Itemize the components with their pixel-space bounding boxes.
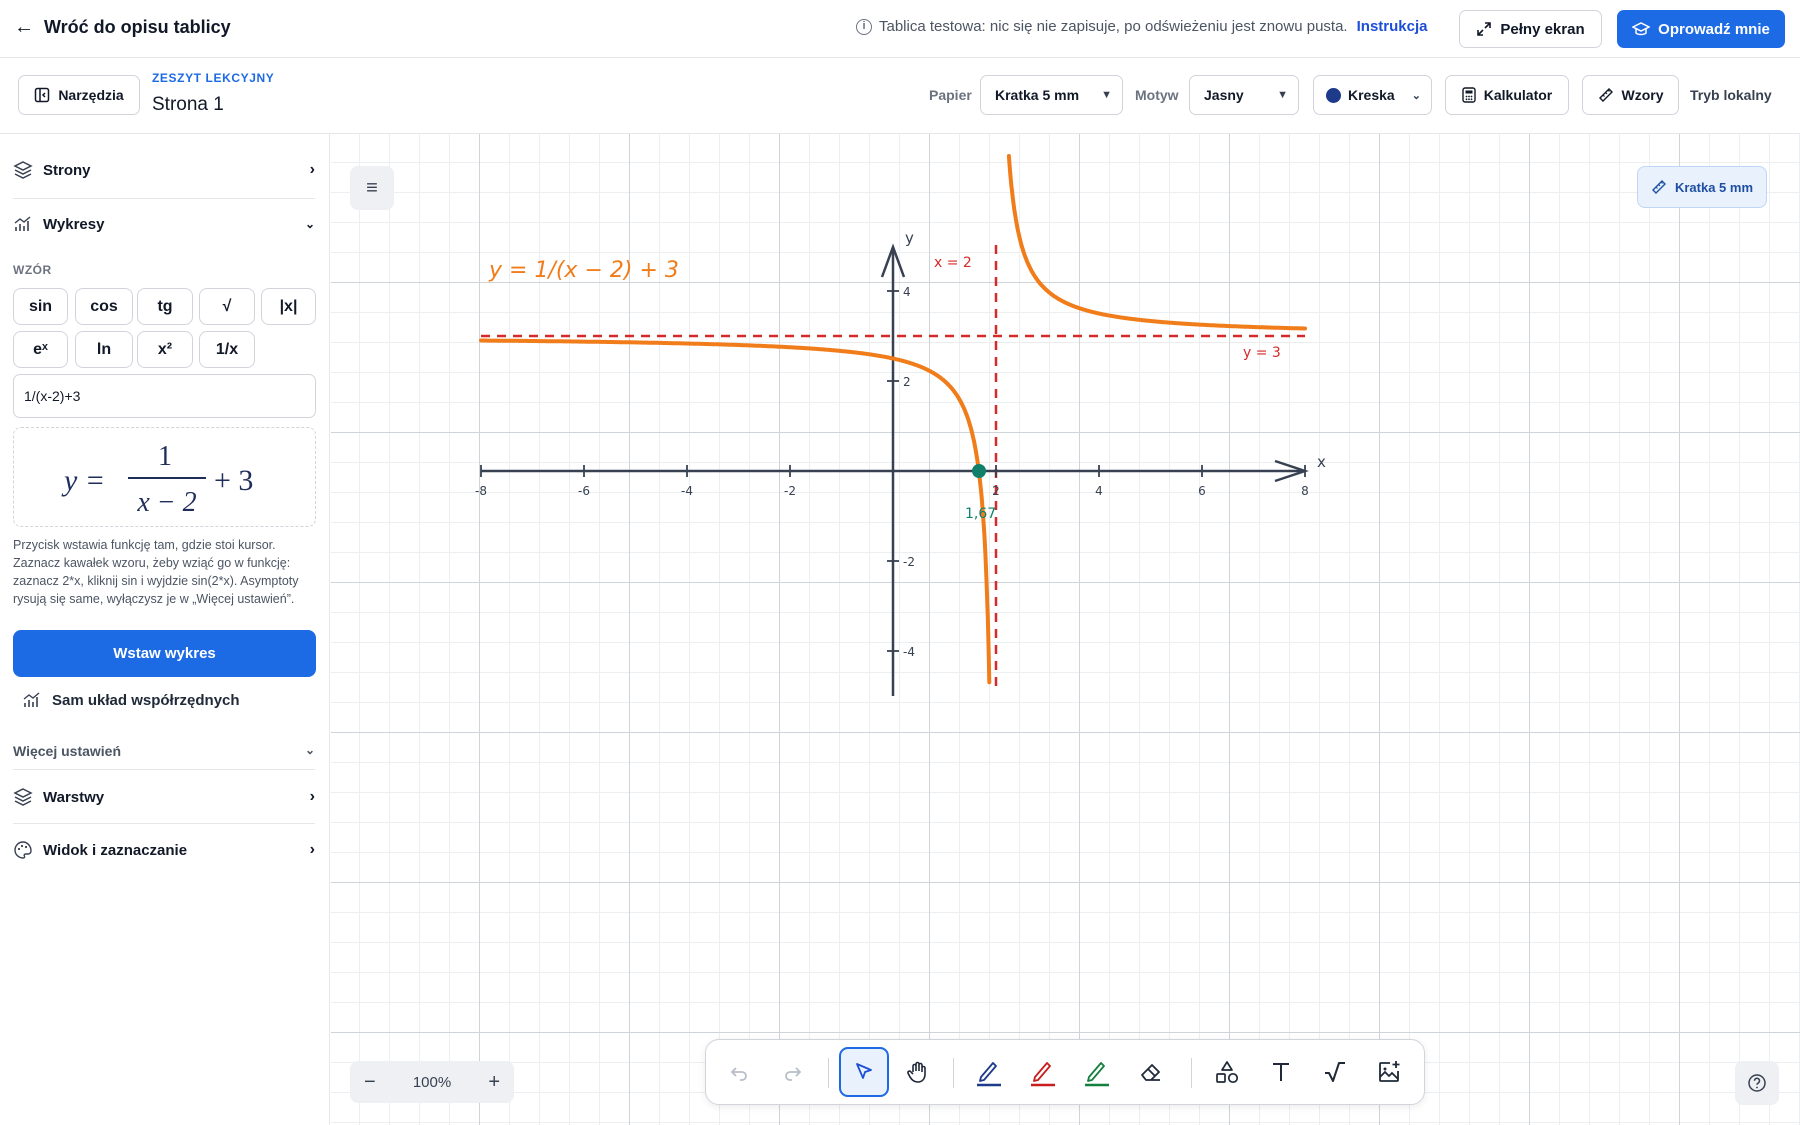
redo-icon bbox=[785, 1067, 802, 1081]
square-root-icon bbox=[1325, 1062, 1345, 1082]
y-axis-label: y bbox=[905, 229, 914, 247]
function-curve-left bbox=[479, 338, 992, 685]
pen-green-icon bbox=[1085, 1062, 1109, 1087]
x-tick-label: -4 bbox=[681, 484, 693, 498]
horizontal-asymptote-label: y = 3 bbox=[1243, 345, 1281, 361]
y-tick-label: -2 bbox=[903, 555, 915, 569]
hand-tool[interactable] bbox=[893, 1047, 943, 1097]
undo-button[interactable] bbox=[714, 1047, 764, 1097]
eraser-tool[interactable] bbox=[1126, 1047, 1176, 1097]
pen-tool-red[interactable] bbox=[1018, 1047, 1068, 1097]
x-axis-label: x bbox=[1317, 453, 1326, 471]
pointer-icon bbox=[856, 1063, 872, 1079]
function-graph[interactable]: -8 -6 -4 -2 2 4 6 8 4 2 -2 -4 x y 1,67 y = 1/(x − 2) +… bbox=[0, 0, 1800, 1125]
text-icon bbox=[1273, 1063, 1289, 1081]
divider bbox=[953, 1058, 954, 1088]
shapes-tool[interactable] bbox=[1202, 1047, 1252, 1097]
x-tick-label: 2 bbox=[992, 484, 1000, 498]
math-tool[interactable] bbox=[1310, 1047, 1360, 1097]
text-tool[interactable] bbox=[1256, 1047, 1306, 1097]
zoom-value: 100% bbox=[412, 1073, 452, 1091]
zoom-out-button[interactable]: − bbox=[364, 1071, 376, 1094]
y-tick-label: 4 bbox=[903, 285, 911, 299]
drawing-toolbar bbox=[705, 1039, 1425, 1105]
pen-red-icon bbox=[1031, 1062, 1055, 1087]
divider bbox=[828, 1058, 829, 1088]
root-point bbox=[972, 464, 987, 478]
add-image-icon bbox=[1379, 1061, 1400, 1082]
pen-tool-blue[interactable] bbox=[964, 1047, 1014, 1097]
help-button[interactable] bbox=[1735, 1061, 1779, 1105]
shapes-icon bbox=[1216, 1061, 1239, 1084]
x-tick-label: 6 bbox=[1198, 484, 1206, 498]
root-label: 1,67 bbox=[965, 506, 996, 522]
zoom-control: − 100% + bbox=[350, 1061, 514, 1103]
question-icon bbox=[1748, 1074, 1766, 1092]
pen-blue-icon bbox=[977, 1062, 1001, 1087]
eraser-icon bbox=[1141, 1064, 1160, 1081]
function-label: y = 1/(x − 2) + 3 bbox=[488, 258, 679, 283]
image-tool[interactable] bbox=[1364, 1047, 1414, 1097]
y-tick-label: -4 bbox=[903, 645, 915, 659]
x-tick-label: -8 bbox=[475, 484, 487, 498]
x-tick-label: 4 bbox=[1095, 484, 1103, 498]
hand-icon bbox=[907, 1061, 926, 1083]
zoom-in-button[interactable]: + bbox=[488, 1071, 500, 1094]
divider bbox=[1191, 1058, 1192, 1088]
function-curve-right bbox=[1006, 154, 1307, 331]
x-tick-label: 8 bbox=[1301, 484, 1309, 498]
x-tick-label: -6 bbox=[578, 484, 590, 498]
pen-tool-green[interactable] bbox=[1072, 1047, 1122, 1097]
select-tool[interactable] bbox=[839, 1047, 889, 1097]
redo-button[interactable] bbox=[768, 1047, 818, 1097]
undo-icon bbox=[730, 1067, 747, 1081]
vertical-asymptote-label: x = 2 bbox=[934, 255, 972, 271]
x-tick-label: -2 bbox=[784, 484, 796, 498]
y-tick-label: 2 bbox=[903, 375, 911, 389]
